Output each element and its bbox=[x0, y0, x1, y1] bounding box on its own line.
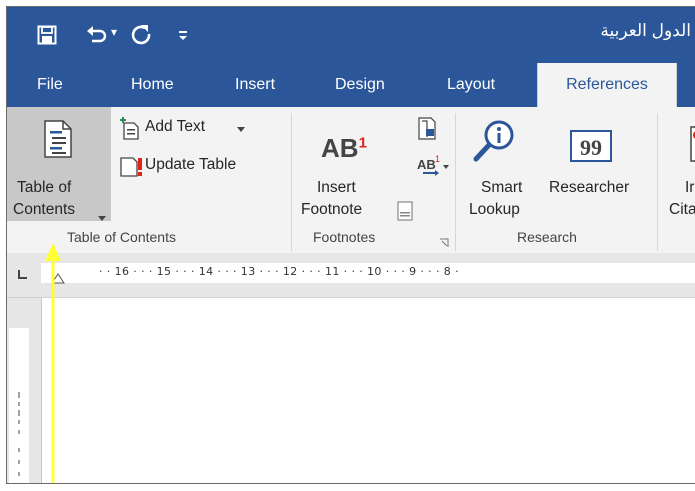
undo-dropdown-icon[interactable]: ▾ bbox=[111, 25, 117, 39]
tab-design[interactable]: Design bbox=[335, 63, 385, 107]
table-of-contents-icon bbox=[43, 119, 73, 164]
ribbon-tabs: File Home Insert Design Layout Reference… bbox=[7, 63, 695, 107]
tab-references[interactable]: References bbox=[537, 63, 677, 107]
researcher-button[interactable]: 99 Researcher bbox=[541, 115, 651, 205]
group-label-table-of-contents: Table of Contents bbox=[67, 229, 176, 245]
toc-button-label-line1: Table of bbox=[17, 179, 72, 196]
toc-dropdown-icon bbox=[98, 209, 106, 227]
tab-selector-icon[interactable] bbox=[17, 267, 29, 285]
researcher-label: Researcher bbox=[549, 179, 630, 196]
smart-lookup-label-line1: Smart bbox=[481, 179, 523, 196]
ruler-strip[interactable]: · · 16 · · · 15 · · · 14 · · · 13 · · · … bbox=[41, 263, 695, 284]
annotation-arrow bbox=[43, 243, 63, 483]
table-of-contents-button[interactable]: Table of Contents bbox=[7, 107, 111, 221]
title-bar: ▾ الدول العربية bbox=[7, 7, 695, 63]
insert-footnote-icon: AB1 bbox=[321, 133, 367, 163]
horizontal-ruler: · · 16 · · · 15 · · · 14 · · · 13 · · · … bbox=[7, 253, 695, 298]
vertical-ruler bbox=[9, 328, 29, 483]
undo-icon[interactable] bbox=[85, 23, 109, 47]
tab-insert[interactable]: Insert bbox=[235, 63, 275, 107]
group-label-research: Research bbox=[517, 229, 577, 245]
redo-icon[interactable] bbox=[129, 23, 153, 47]
tab-file[interactable]: File bbox=[37, 63, 63, 107]
show-notes-icon[interactable] bbox=[397, 201, 413, 226]
ribbon: Table of Contents Add Text Update Table … bbox=[7, 107, 695, 254]
smart-lookup-button[interactable]: Smart Lookup bbox=[463, 115, 537, 229]
insert-citation-label-line1: Ir bbox=[685, 179, 695, 196]
group-separator bbox=[455, 113, 456, 251]
group-label-footnotes: Footnotes bbox=[313, 229, 376, 245]
footnotes-dialog-launcher-icon[interactable] bbox=[439, 235, 449, 253]
update-table-label: Update Table bbox=[145, 156, 237, 173]
document-area bbox=[7, 298, 695, 483]
insert-citation-label-line2: Cita bbox=[669, 201, 695, 218]
insert-endnote-icon[interactable] bbox=[417, 117, 437, 148]
insert-footnote-label-line1: Insert bbox=[317, 179, 356, 196]
svg-text:99: 99 bbox=[580, 135, 602, 160]
document-page[interactable] bbox=[41, 298, 695, 483]
document-title: الدول العربية bbox=[600, 21, 691, 40]
smart-lookup-icon bbox=[473, 120, 514, 162]
group-separator bbox=[291, 113, 292, 251]
update-table-icon bbox=[120, 157, 142, 177]
tab-layout[interactable]: Layout bbox=[447, 63, 495, 107]
insert-footnote-label-line2: Footnote bbox=[301, 201, 363, 218]
insert-footnote-button[interactable]: AB1 Insert Footnote bbox=[299, 119, 379, 229]
add-text-dropdown-icon bbox=[237, 127, 245, 132]
word-window: ▾ الدول العربية File Home Insert Design … bbox=[6, 6, 695, 484]
smart-lookup-label-line2: Lookup bbox=[469, 201, 520, 218]
toc-button-label-line2: Contents bbox=[13, 201, 76, 218]
insert-citation-icon bbox=[690, 126, 695, 162]
ruler-markings: · · 16 · · · 15 · · · 14 · · · 13 · · · … bbox=[99, 265, 459, 278]
add-text-icon bbox=[120, 117, 139, 140]
group-separator bbox=[657, 113, 658, 251]
svg-text:1: 1 bbox=[435, 154, 440, 164]
tab-home[interactable]: Home bbox=[131, 63, 174, 107]
next-footnote-icon[interactable]: AB 1 bbox=[417, 153, 451, 182]
svg-text:AB: AB bbox=[417, 157, 436, 172]
insert-citation-button[interactable]: Ir Cita bbox=[663, 115, 695, 229]
customize-qat-icon[interactable] bbox=[175, 25, 191, 45]
add-text-label: Add Text bbox=[145, 118, 206, 135]
save-icon[interactable] bbox=[35, 23, 59, 47]
researcher-icon: 99 bbox=[570, 130, 612, 162]
